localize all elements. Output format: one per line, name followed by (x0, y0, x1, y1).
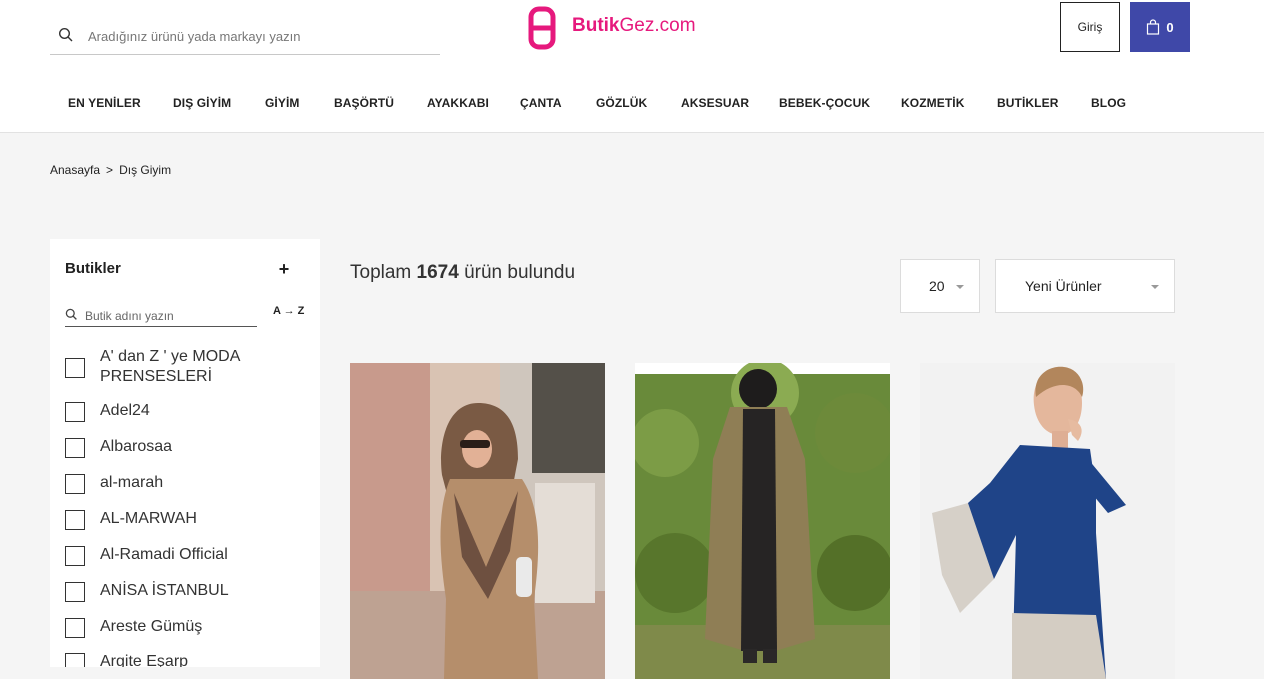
expand-filter-button[interactable]: + (275, 259, 293, 279)
boutique-option[interactable]: ANİSA İSTANBUL (65, 581, 260, 602)
boutique-search (65, 305, 257, 327)
nav-item-blog[interactable]: BLOG (1091, 96, 1126, 110)
sort-value: Yeni Ürünler (1025, 278, 1102, 294)
checkbox[interactable] (65, 402, 85, 422)
boutique-option-label: Albarosaa (100, 438, 173, 455)
boutique-option[interactable]: Argite Eşarp (65, 652, 260, 667)
filter-title: Butikler (65, 260, 121, 277)
boutique-option-label: ANİSA İSTANBUL (100, 582, 229, 599)
page-size-select[interactable]: 20 (900, 259, 980, 313)
search-input[interactable] (88, 26, 428, 46)
boutique-filter-panel: Butikler + A → Z A' dan Z ' ye MODA PREN… (50, 239, 320, 667)
boutique-option-label: Areste Gümüş (100, 618, 203, 635)
boutique-option[interactable]: A' dan Z ' ye MODA PRENSESLERİ (65, 347, 260, 387)
checkbox[interactable] (65, 546, 85, 566)
nav-item-en-yeniler[interactable]: EN YENİLER (68, 96, 141, 110)
logo-brand-light: Gez (619, 15, 655, 36)
product-image (635, 363, 890, 679)
nav-item-aksesuar[interactable]: AKSESUAR (681, 96, 749, 110)
breadcrumb-separator: > (106, 163, 114, 177)
cart-button[interactable]: 0 (1130, 2, 1190, 52)
product-card[interactable] (635, 363, 890, 679)
boutique-option[interactable]: al-marah (65, 473, 260, 494)
results-prefix: Toplam (350, 262, 412, 283)
results-suffix: ürün bulundu (464, 262, 576, 283)
shopping-bag-icon (1147, 19, 1160, 35)
cart-count: 0 (1166, 19, 1174, 35)
checkbox[interactable] (65, 438, 85, 458)
boutique-option[interactable]: Al-Ramadi Official (65, 545, 260, 566)
nav-item-ayakkabi[interactable]: AYAKKABI (427, 96, 489, 110)
logo-brand-tld: .com (654, 15, 696, 36)
boutique-option[interactable]: Adel24 (65, 401, 260, 422)
nav-item-gozluk[interactable]: GÖZLÜK (596, 96, 647, 110)
logo-brand-bold: Butik (572, 15, 620, 36)
results-number: 1674 (416, 262, 459, 283)
chevron-down-icon (1151, 285, 1159, 289)
results-count: Toplam 1674 ürün bulundu (350, 262, 575, 284)
breadcrumb-home[interactable]: Anasayfa (50, 163, 100, 177)
nav-item-giyim[interactable]: GİYİM (265, 96, 300, 110)
nav-item-butikler[interactable]: BUTİKLER (997, 96, 1058, 110)
page-size-value: 20 (929, 278, 945, 294)
main-nav: EN YENİLER DIŞ GİYİM GİYİM BAŞÖRTÜ AYAKK… (0, 96, 1264, 118)
checkbox[interactable] (65, 653, 85, 667)
site-search (50, 20, 440, 55)
boutique-option-label: Adel24 (100, 402, 150, 419)
boutique-option-label: A' dan Z ' ye MODA PRENSESLERİ (100, 348, 240, 385)
product-image (920, 363, 1175, 679)
checkbox[interactable] (65, 618, 85, 638)
sort-az-button[interactable]: A → Z (273, 305, 304, 317)
site-header: ButikGez.com Giriş 0 EN YENİLER DIŞ GİYİ… (0, 0, 1264, 133)
checkbox[interactable] (65, 358, 85, 378)
checkbox[interactable] (65, 582, 85, 602)
product-image (350, 363, 605, 679)
nav-item-basortu[interactable]: BAŞÖRTÜ (334, 96, 394, 110)
boutique-option-label: Al-Ramadi Official (100, 546, 228, 563)
boutique-option-label: al-marah (100, 474, 164, 491)
boutique-option[interactable]: Albarosaa (65, 437, 260, 458)
breadcrumb: Anasayfa > Dış Giyim (50, 163, 171, 177)
nav-item-kozmetik[interactable]: KOZMETİK (901, 96, 964, 110)
search-icon (65, 308, 77, 320)
boutique-option[interactable]: AL-MARWAH (65, 509, 260, 530)
logo-wordmark: ButikGez.com (572, 15, 696, 37)
nav-item-canta[interactable]: ÇANTA (520, 96, 562, 110)
nav-item-bebek-cocuk[interactable]: BEBEK-ÇOCUK (779, 96, 870, 110)
breadcrumb-current: Dış Giyim (119, 163, 172, 177)
boutique-option-label: Argite Eşarp (100, 653, 189, 667)
logo[interactable]: ButikGez.com (528, 6, 718, 50)
boutique-option-label: AL-MARWAH (100, 510, 197, 527)
sort-select[interactable]: Yeni Ürünler (995, 259, 1175, 313)
nav-item-dis-giyim[interactable]: DIŞ GİYİM (173, 96, 231, 110)
boutique-option[interactable]: Areste Gümüş (65, 617, 260, 638)
product-card[interactable] (350, 363, 605, 679)
search-icon (58, 27, 73, 42)
chevron-down-icon (956, 285, 964, 289)
logo-mark-icon (528, 6, 556, 50)
boutique-search-input[interactable] (85, 308, 255, 324)
login-button[interactable]: Giriş (1060, 2, 1120, 52)
product-card[interactable] (920, 363, 1175, 679)
checkbox[interactable] (65, 510, 85, 530)
checkbox[interactable] (65, 474, 85, 494)
